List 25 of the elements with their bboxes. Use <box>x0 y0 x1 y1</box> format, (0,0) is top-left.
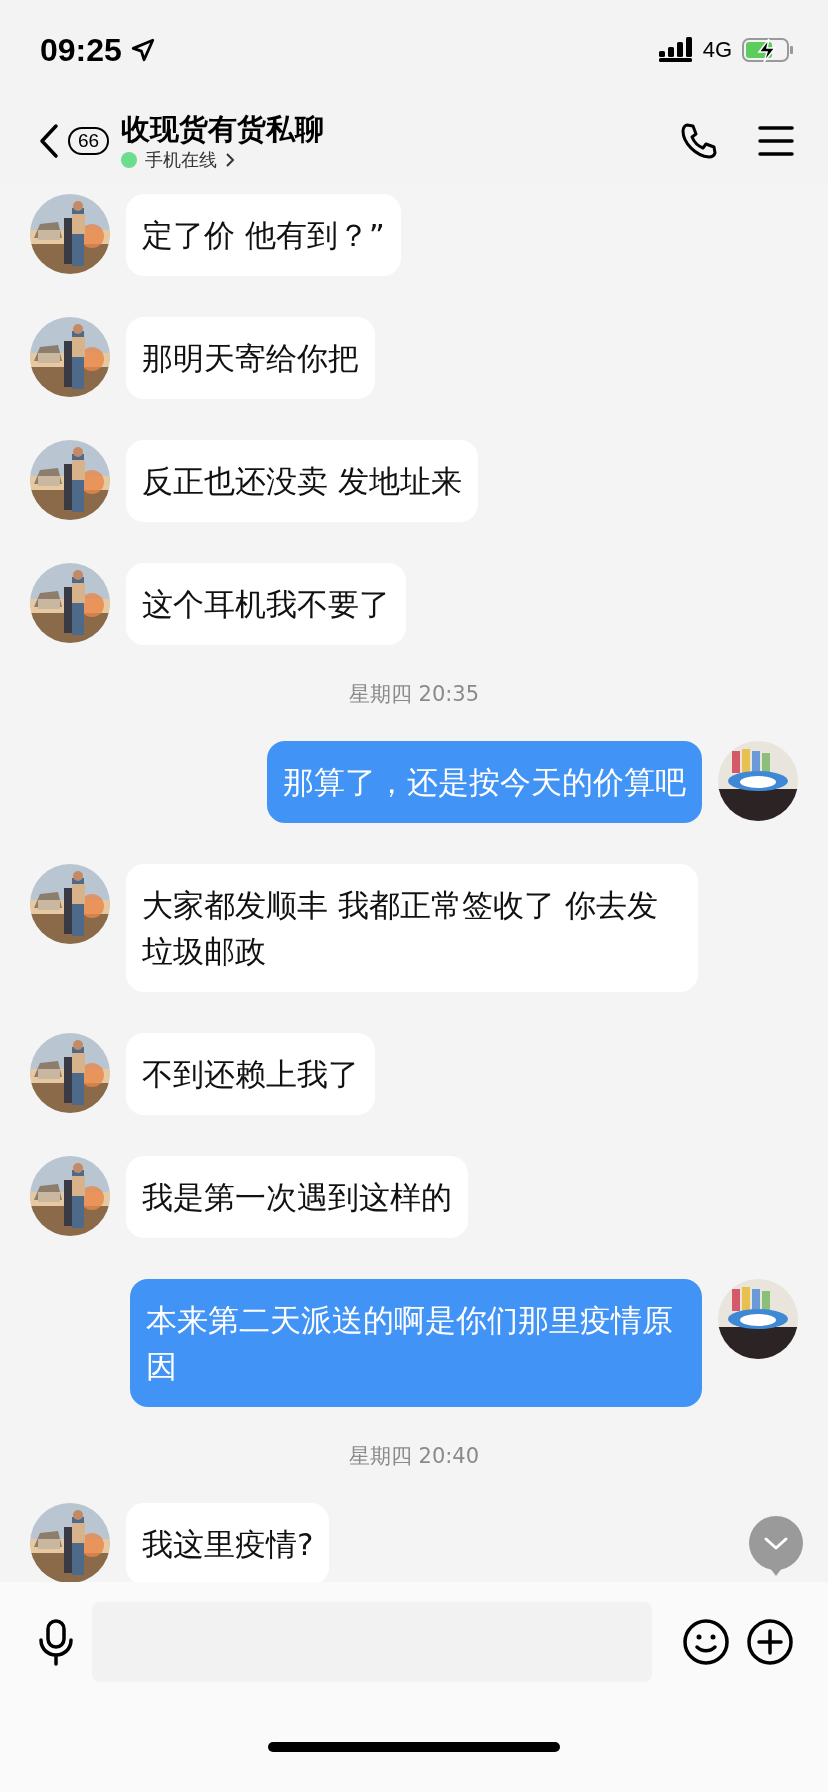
microphone-icon[interactable] <box>36 1618 76 1666</box>
scroll-down-button[interactable] <box>748 1515 804 1577</box>
battery-charging-icon <box>742 37 794 63</box>
timestamp: 星期四 20:35 <box>348 681 480 708</box>
message-bubble[interactable]: 我是第一次遇到这样的 <box>126 1156 468 1238</box>
message-bubble[interactable]: 不到还赖上我了 <box>126 1033 375 1115</box>
signal-icon <box>658 37 693 63</box>
unread-count-badge: 66 <box>68 127 110 155</box>
message-bubble[interactable]: 我这里疫情? <box>126 1503 330 1582</box>
timestamp: 星期四 20:40 <box>348 1443 480 1470</box>
back-icon[interactable] <box>38 123 60 159</box>
chevron-right-icon[interactable] <box>225 151 236 169</box>
network-label: 4G <box>702 37 732 63</box>
emoji-icon[interactable] <box>682 1618 730 1666</box>
message-bubble[interactable]: 那明天寄给你把 <box>126 317 375 399</box>
message-bubble[interactable]: 反正也还没卖 发地址来 <box>126 440 478 522</box>
location-arrow-icon <box>129 37 156 63</box>
message-bubble[interactable]: 定了价 他有到？” <box>126 194 401 276</box>
status-time: 09:25 <box>40 31 122 69</box>
message-bubble[interactable]: 大家都发顺丰 我都正常签收了 你去发垃圾邮政 <box>126 864 698 992</box>
message-bubble[interactable]: 这个耳机我不要了 <box>126 563 406 645</box>
chat-title: 收现货有货私聊 <box>121 111 326 148</box>
presence-label[interactable]: 手机在线 <box>145 148 218 172</box>
menu-icon[interactable] <box>758 125 794 157</box>
plus-icon[interactable] <box>746 1618 794 1666</box>
